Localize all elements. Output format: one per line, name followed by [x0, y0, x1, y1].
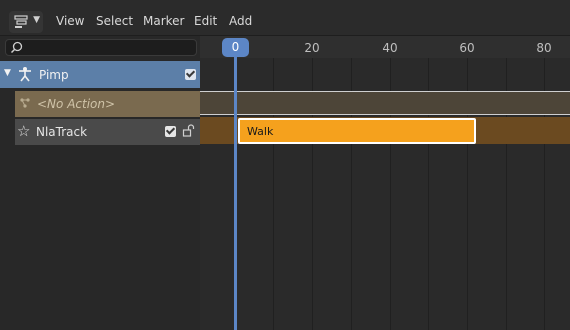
unlock-icon[interactable]	[182, 124, 195, 137]
current-frame-badge[interactable]: 0	[222, 38, 249, 57]
nla-track-row[interactable]: ☆ NlaTrack	[15, 119, 200, 145]
ruler-tick: 80	[536, 41, 552, 55]
ruler-tick: 60	[459, 41, 475, 55]
menu-edit[interactable]: Edit	[194, 14, 217, 28]
expand-triangle-icon[interactable]: ▼	[4, 68, 11, 78]
menu-add[interactable]: Add	[229, 14, 252, 28]
object-row[interactable]: ▼ Pimp	[0, 61, 200, 88]
action-label: <No Action>	[37, 97, 116, 111]
track-name: NlaTrack	[36, 125, 88, 139]
nla-editor-icon	[14, 15, 28, 28]
action-icon	[20, 98, 30, 108]
armature-icon	[19, 67, 31, 82]
frame-ruler[interactable]: 20 40 60 80	[200, 36, 570, 58]
channel-list: ▼ Pimp <No Action> ☆ NlaTrack	[0, 36, 200, 330]
nla-strip-area[interactable]: Walk	[200, 58, 570, 330]
nla-strip-walk[interactable]: Walk	[238, 118, 476, 144]
editor-header: ▼ View Select Marker Edit Add	[0, 0, 570, 36]
menu-marker[interactable]: Marker	[143, 14, 184, 28]
playhead[interactable]	[234, 57, 237, 330]
editor-type-dropdown[interactable]: ▼	[9, 11, 43, 33]
search-icon	[10, 41, 23, 54]
solo-star-icon[interactable]: ☆	[17, 122, 30, 140]
object-name: Pimp	[39, 68, 69, 82]
menu-select[interactable]: Select	[96, 14, 133, 28]
action-row[interactable]: <No Action>	[15, 91, 200, 117]
track-mute-checkbox[interactable]	[165, 126, 176, 137]
action-channel-band	[200, 91, 570, 115]
object-enable-checkbox[interactable]	[185, 69, 196, 80]
ruler-tick: 20	[304, 41, 320, 55]
ruler-tick: 40	[382, 41, 398, 55]
chevron-down-icon: ▼	[33, 15, 40, 25]
menu-view[interactable]: View	[56, 14, 84, 28]
strip-label: Walk	[247, 125, 274, 138]
search-input[interactable]	[5, 39, 197, 56]
